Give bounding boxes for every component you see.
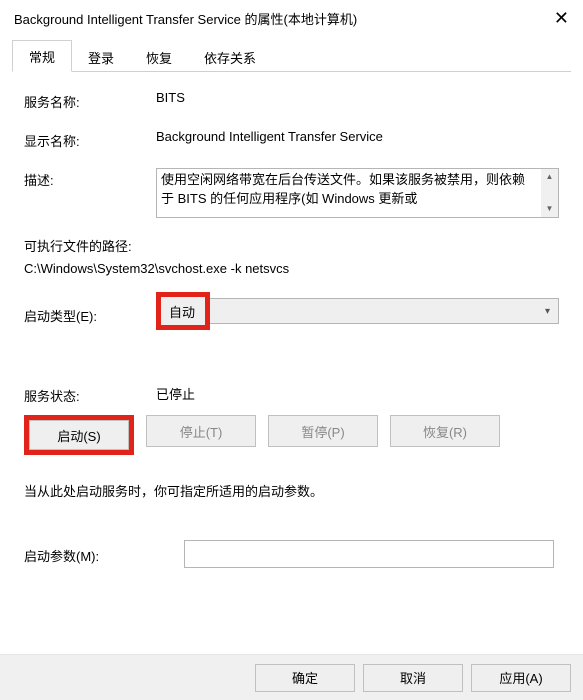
startup-type-combo[interactable]: 自动 ▾ [156, 298, 559, 330]
stop-button: 停止(T) [146, 415, 256, 447]
tab-strip: 常规 登录 恢复 依存关系 [12, 42, 571, 72]
chevron-down-icon: ▾ [545, 306, 550, 317]
scrollbar[interactable]: ▲ ▼ [541, 169, 558, 217]
display-name-label: 显示名称: [24, 129, 156, 150]
tab-logon[interactable]: 登录 [72, 42, 130, 72]
description-text: 使用空闲网络带宽在后台传送文件。如果该服务被禁用，则依赖于 BITS 的任何应用… [161, 171, 554, 209]
service-name-label: 服务名称: [24, 90, 156, 111]
titlebar: Background Intelligent Transfer Service … [0, 0, 583, 34]
exe-path-value: C:\Windows\System32\svchost.exe -k netsv… [24, 261, 559, 276]
tab-dependencies[interactable]: 依存关系 [188, 42, 272, 72]
dialog-footer: 确定 取消 应用(A) [0, 654, 583, 700]
tab-recovery[interactable]: 恢复 [130, 42, 188, 72]
close-icon[interactable]: ✕ [529, 8, 569, 29]
start-params-input[interactable] [184, 540, 554, 568]
description-textarea[interactable]: 使用空闲网络带宽在后台传送文件。如果该服务被禁用，则依赖于 BITS 的任何应用… [156, 168, 559, 218]
display-name-value: Background Intelligent Transfer Service [156, 129, 559, 144]
resume-button: 恢复(R) [390, 415, 500, 447]
apply-button[interactable]: 应用(A) [471, 664, 571, 692]
cancel-button[interactable]: 取消 [363, 664, 463, 692]
scroll-up-icon[interactable]: ▲ [546, 169, 554, 185]
exe-path-label: 可执行文件的路径: [24, 236, 559, 255]
service-status-value: 已停止 [156, 384, 559, 403]
service-name-value: BITS [156, 90, 559, 105]
service-status-label: 服务状态: [24, 384, 156, 405]
startup-type-highlight: 自动 [156, 292, 210, 330]
tab-content: 服务名称: BITS 显示名称: Background Intelligent … [0, 72, 583, 568]
start-button[interactable]: 启动(S) [29, 420, 129, 450]
description-label: 描述: [24, 168, 156, 189]
scroll-down-icon[interactable]: ▼ [546, 201, 554, 217]
start-params-label: 启动参数(M): [24, 544, 184, 565]
start-hint-text: 当从此处启动服务时，你可指定所适用的启动参数。 [24, 481, 559, 500]
window-title: Background Intelligent Transfer Service … [14, 9, 357, 28]
pause-button: 暂停(P) [268, 415, 378, 447]
start-button-highlight: 启动(S) [24, 415, 134, 455]
tab-general[interactable]: 常规 [12, 40, 72, 72]
startup-type-value: 自动 [169, 302, 195, 321]
startup-type-label: 启动类型(E): [24, 304, 156, 325]
ok-button[interactable]: 确定 [255, 664, 355, 692]
